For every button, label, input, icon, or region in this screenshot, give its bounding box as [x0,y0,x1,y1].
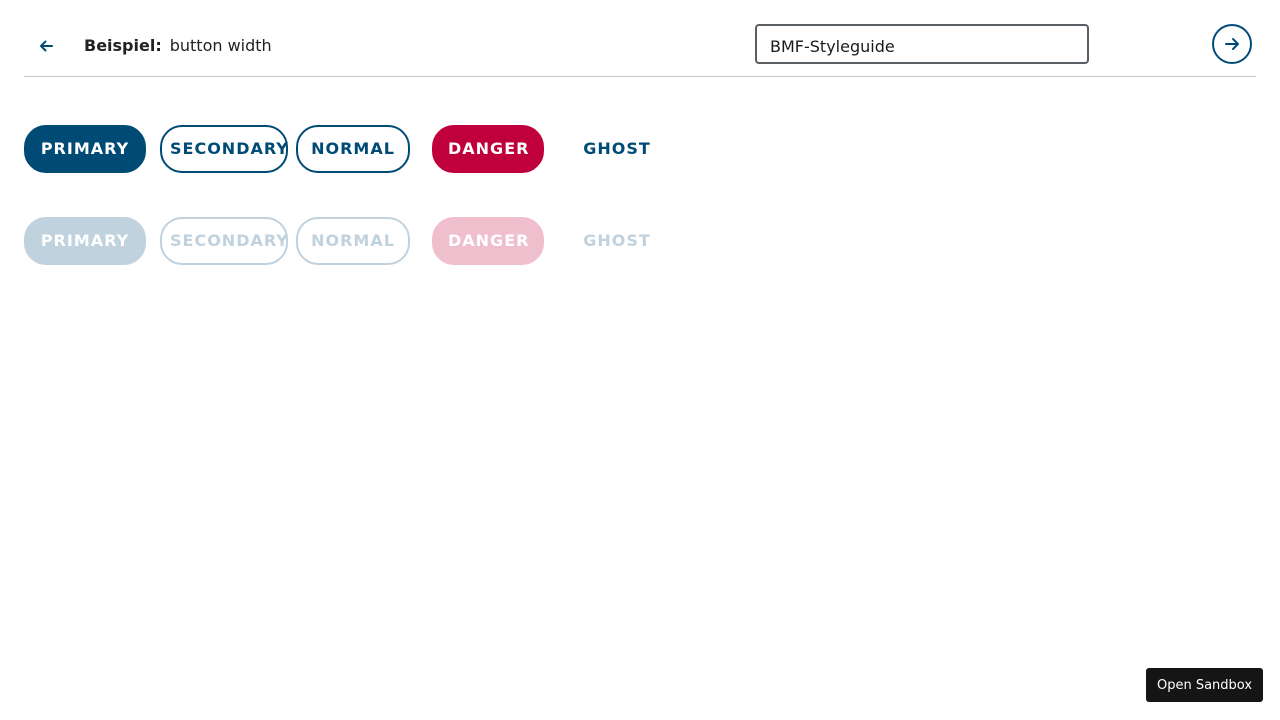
secondary-button-disabled: SECONDARY [160,217,288,265]
styleguide-select[interactable]: BMF-Styleguide [755,24,1089,64]
page-title: Beispiel: button width [84,36,272,56]
back-button[interactable] [34,30,58,62]
title-label: Beispiel: [84,36,162,55]
primary-button-disabled: PRIMARY [24,217,146,265]
title-value: button width [169,36,272,55]
danger-button[interactable]: DANGER [432,125,544,173]
disabled-button-row: PRIMARY SECONDARY NORMAL DANGER GHOST [24,217,676,265]
primary-button[interactable]: PRIMARY [24,125,146,173]
ghost-button[interactable]: GHOST [558,125,676,173]
secondary-button[interactable]: SECONDARY [160,125,288,173]
ghost-button-disabled: GHOST [583,231,651,250]
danger-button-disabled: DANGER [432,217,544,265]
enabled-button-row: PRIMARY SECONDARY NORMAL DANGER GHOST [24,125,676,173]
normal-button-disabled: NORMAL [296,217,410,265]
arrow-left-icon [40,40,53,52]
example-header: Beispiel: button width BMF-Styleguide [24,0,1256,77]
next-button[interactable] [1212,24,1252,64]
normal-button[interactable]: NORMAL [296,125,410,173]
open-sandbox-button[interactable]: Open Sandbox [1146,668,1263,702]
arrow-right-icon [1225,38,1239,50]
styleguide-select-value: BMF-Styleguide [770,36,895,56]
